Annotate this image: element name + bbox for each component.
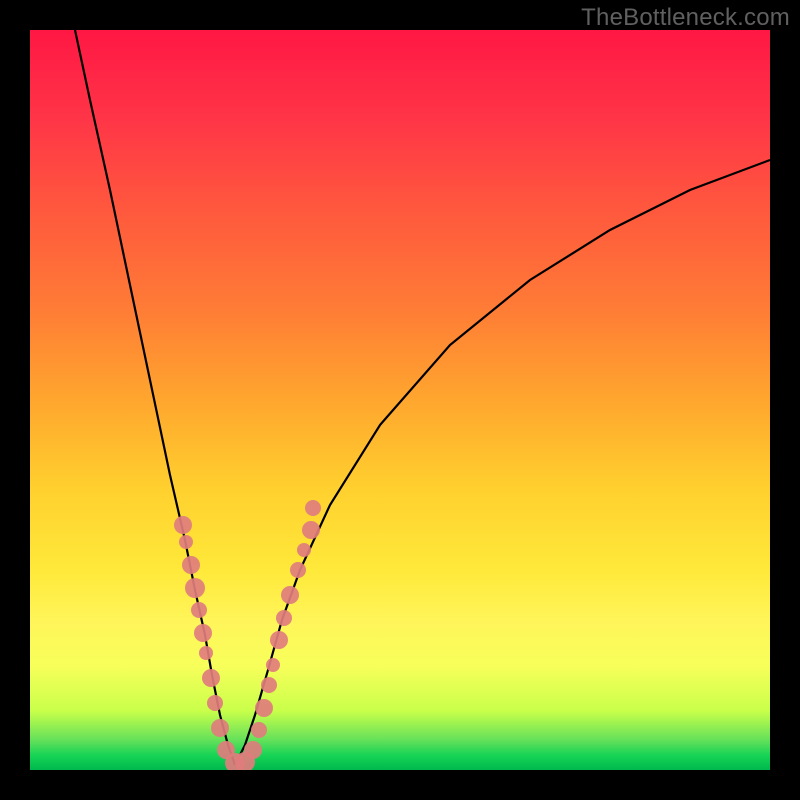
data-marker [191,602,207,618]
data-marker [202,669,220,687]
data-marker [174,516,192,534]
data-marker [207,695,223,711]
right-curve [235,160,770,765]
data-marker [179,535,193,549]
data-marker [261,677,277,693]
data-marker [281,586,299,604]
data-marker [251,722,267,738]
marker-group [174,500,321,770]
data-marker [244,741,262,759]
data-marker [266,658,280,672]
data-marker [194,624,212,642]
data-marker [290,562,306,578]
data-marker [182,556,200,574]
data-marker [211,719,229,737]
data-marker [199,646,213,660]
data-marker [255,699,273,717]
data-marker [302,521,320,539]
data-marker [276,610,292,626]
data-marker [305,500,321,516]
chart-svg [30,30,770,770]
chart-frame: TheBottleneck.com [0,0,800,800]
data-marker [297,543,311,557]
plot-area [30,30,770,770]
data-marker [270,631,288,649]
watermark-text: TheBottleneck.com [581,4,790,32]
data-marker [185,578,205,598]
